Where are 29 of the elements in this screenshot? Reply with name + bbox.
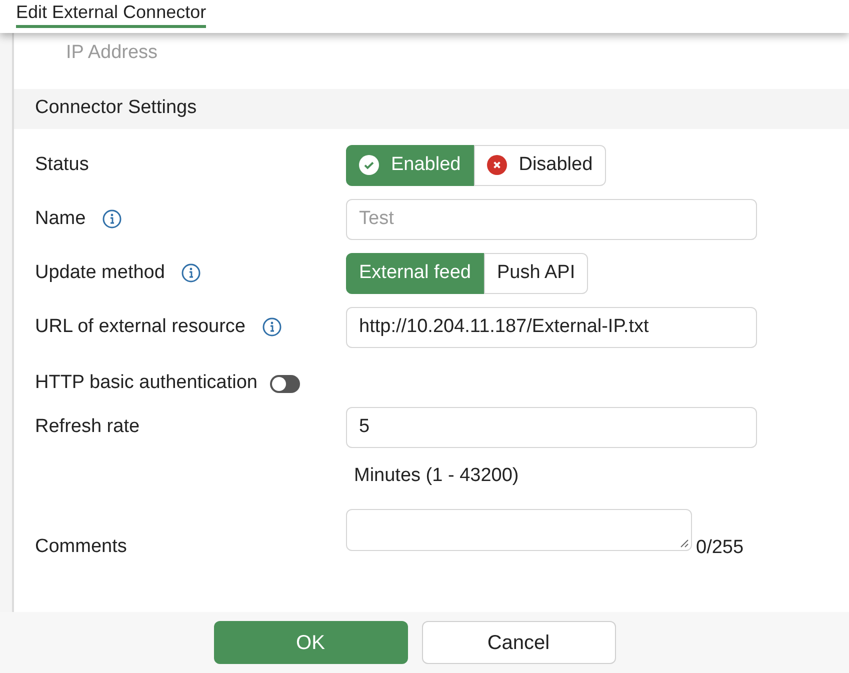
- check-circle-icon: [359, 155, 379, 175]
- resize-handle-icon: [680, 539, 689, 548]
- section-title: Connector Settings: [35, 96, 197, 120]
- field-hint: Minutes (1 - 43200): [354, 464, 519, 488]
- text-field[interactable]: 5: [346, 406, 757, 448]
- info-icon[interactable]: [102, 209, 122, 229]
- field-label: Update method: [35, 260, 165, 285]
- ok-button[interactable]: OK: [214, 621, 408, 664]
- field-label: Comments: [35, 535, 127, 559]
- field-label: Name: [35, 206, 86, 231]
- segment-option[interactable]: Disabled: [474, 144, 606, 186]
- toggle-switch[interactable]: [270, 374, 300, 392]
- segment-option[interactable]: Push API: [484, 252, 588, 294]
- cancel-button[interactable]: Cancel: [422, 621, 616, 664]
- field-label: Status: [35, 152, 89, 177]
- info-icon[interactable]: [180, 263, 201, 283]
- text-field[interactable]: http://10.204.11.187/External-IP.txt: [346, 306, 757, 348]
- character-counter: 0/255: [696, 538, 744, 558]
- segment-option[interactable]: Enabled: [346, 144, 474, 186]
- text-field[interactable]: Test: [346, 198, 757, 240]
- field-label: URL of external resource: [35, 314, 246, 339]
- x-circle-icon: [486, 155, 507, 175]
- comments-field[interactable]: [346, 509, 692, 552]
- field-label: IP Address: [66, 41, 158, 65]
- field-label: Refresh rate: [35, 414, 140, 439]
- dialog-title-tab[interactable]: Edit External Connector: [16, 1, 206, 28]
- info-icon[interactable]: [262, 317, 282, 337]
- segment-option[interactable]: External feed: [346, 252, 484, 294]
- field-label: HTTP basic authentication: [35, 371, 258, 396]
